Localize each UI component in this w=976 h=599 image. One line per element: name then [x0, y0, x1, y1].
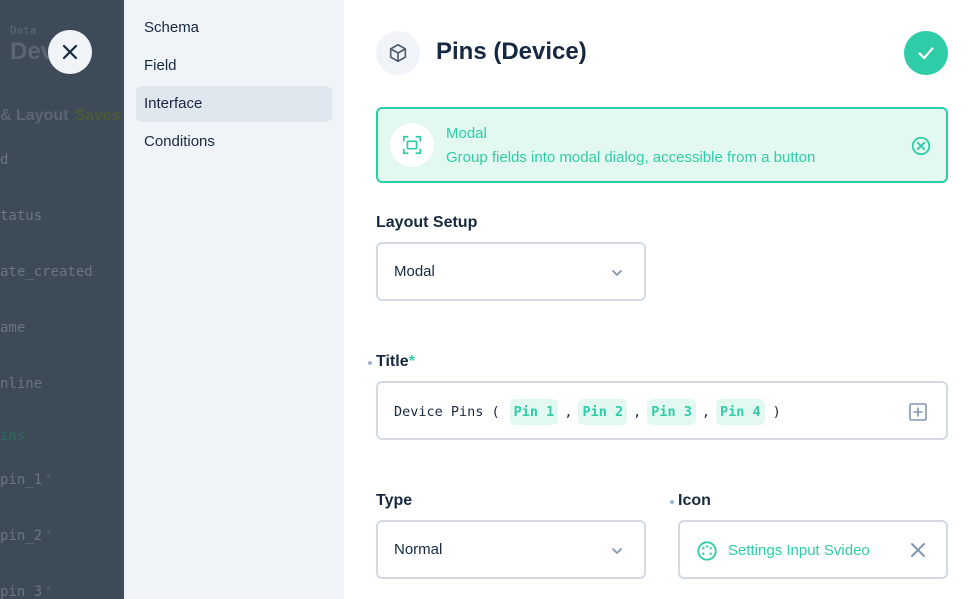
- save-button[interactable]: [904, 31, 948, 75]
- field-chip[interactable]: Pin 2: [578, 399, 628, 425]
- bg-field: ate_created: [0, 264, 93, 280]
- nav-item-conditions[interactable]: Conditions: [136, 124, 332, 160]
- title-template: Device Pins ( Pin 1 , Pin 2 , Pin 3 , Pi…: [394, 399, 781, 425]
- header-icon-bubble: [376, 31, 420, 75]
- field-edited-dot: [368, 361, 372, 365]
- type-value: Normal: [394, 541, 443, 558]
- chevron-down-icon: [612, 548, 622, 554]
- remove-interface-button[interactable]: [910, 135, 932, 157]
- chevron-down-icon: [612, 270, 622, 276]
- title-label: Title*: [368, 353, 415, 371]
- bg-subheading: & Layout Saves: [0, 107, 121, 124]
- layout-setup-select[interactable]: Modal: [376, 242, 646, 301]
- bg-breadcrumb: Data: [10, 24, 37, 37]
- field-chip[interactable]: Pin 4: [716, 399, 765, 425]
- layout-setup-label: Layout Setup: [376, 214, 478, 231]
- bg-field: d: [0, 152, 9, 168]
- bg-field: nline: [0, 376, 43, 392]
- interface-description: Group fields into modal dialog, accessib…: [446, 149, 816, 166]
- close-drawer-button[interactable]: [48, 30, 92, 74]
- background-page: Data Dev & Layout Saves d tatus ate_creat…: [0, 0, 124, 599]
- close-circle-icon: [911, 136, 931, 156]
- nav-item-schema[interactable]: Schema: [136, 10, 332, 46]
- type-select[interactable]: Normal: [376, 520, 646, 579]
- layout-setup-value: Modal: [394, 263, 435, 280]
- interface-icon-bubble: [390, 123, 434, 167]
- clear-icon[interactable]: [910, 542, 926, 558]
- drawer-sidebar: Schema Field Interface Conditions: [124, 0, 344, 599]
- nav-item-field[interactable]: Field: [136, 48, 332, 84]
- bg-field: pin_1 *: [0, 472, 52, 488]
- icon-value: Settings Input Svideo: [728, 542, 870, 559]
- page-title: Pins (Device): [436, 38, 587, 65]
- bg-field-group: ins: [0, 428, 26, 444]
- fullscreen-icon: [402, 135, 422, 155]
- add-field-icon[interactable]: [908, 402, 928, 422]
- bg-field: tatus: [0, 208, 43, 224]
- icon-label: Icon: [670, 492, 711, 510]
- settings-input-svideo-icon: [697, 541, 717, 561]
- close-icon: [62, 44, 78, 60]
- selected-interface-card[interactable]: Modal Group fields into modal dialog, ac…: [376, 107, 948, 183]
- drawer-content: Pins (Device) Modal Group fields into mo…: [344, 0, 976, 599]
- bg-field: ame: [0, 320, 26, 336]
- interface-name: Modal: [446, 125, 487, 142]
- field-chip[interactable]: Pin 1: [509, 399, 559, 425]
- field-chip[interactable]: Pin 3: [647, 399, 696, 425]
- cube-icon: [389, 43, 407, 63]
- nav-item-interface[interactable]: Interface: [136, 86, 332, 122]
- check-icon: [918, 47, 934, 60]
- bg-field: pin_3 *: [0, 584, 52, 599]
- field-edited-dot: [670, 500, 674, 504]
- title-template-input[interactable]: Device Pins ( Pin 1 , Pin 2 , Pin 3 , Pi…: [376, 381, 948, 440]
- bg-field: pin_2 *: [0, 528, 52, 544]
- type-label: Type: [376, 492, 413, 509]
- icon-select[interactable]: Settings Input Svideo: [678, 520, 948, 579]
